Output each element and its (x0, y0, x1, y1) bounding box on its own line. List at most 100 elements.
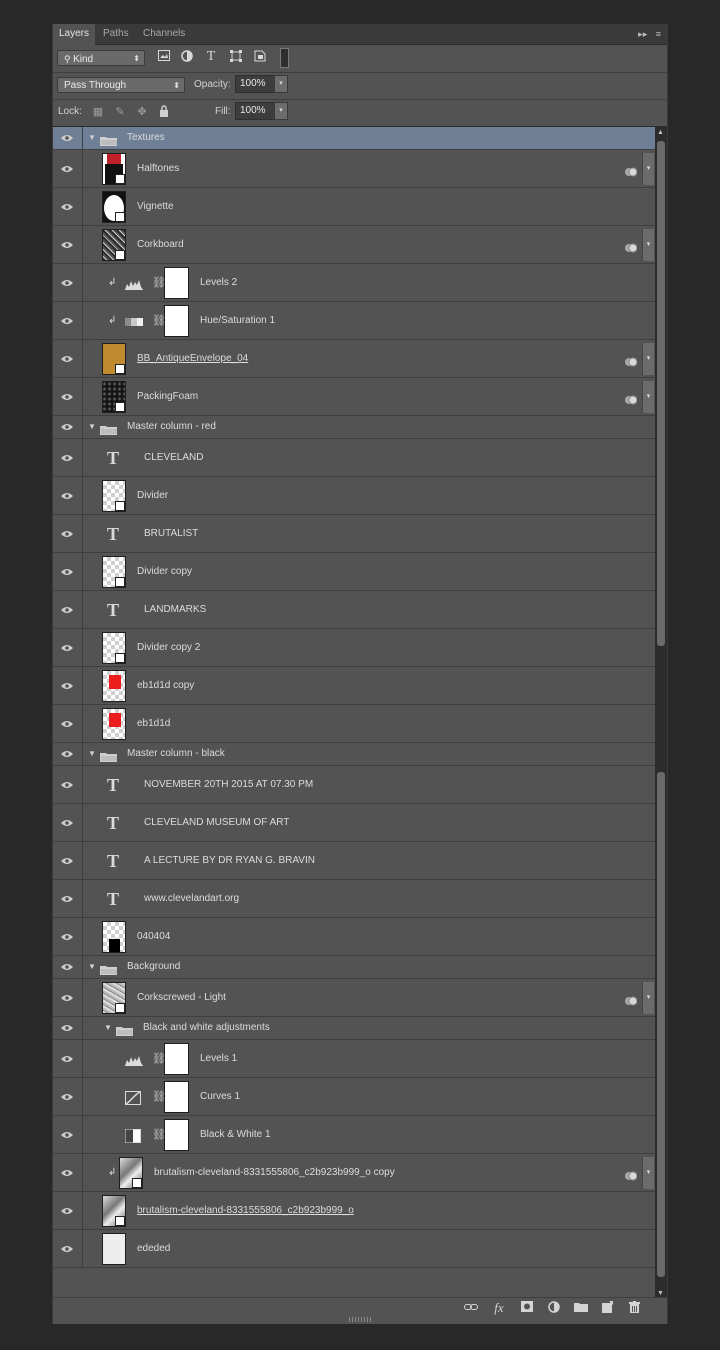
visibility-eye-icon[interactable] (53, 842, 83, 879)
visibility-eye-icon[interactable] (53, 553, 83, 590)
visibility-eye-icon[interactable] (53, 515, 83, 552)
smart-filter-icon[interactable] (625, 354, 638, 366)
shape-filter-icon[interactable] (229, 50, 243, 64)
expand-triangle-icon[interactable]: ▼ (104, 1023, 112, 1032)
visibility-eye-icon[interactable] (53, 629, 83, 666)
layer-group-row[interactable]: ▼ Master column - black (53, 743, 655, 766)
fill-field[interactable]: 100% (235, 102, 275, 120)
visibility-eye-icon[interactable] (53, 226, 83, 263)
expand-triangle-icon[interactable]: ▼ (88, 133, 96, 142)
scrollbar-thumb[interactable] (657, 141, 665, 646)
visibility-eye-icon[interactable] (53, 918, 83, 955)
layer-thumbnail[interactable] (102, 708, 126, 740)
smartobject-filter-icon[interactable] (253, 50, 267, 64)
visibility-eye-icon[interactable] (53, 1116, 83, 1153)
expand-triangle-icon[interactable]: ▼ (88, 962, 96, 971)
visibility-eye-icon[interactable] (53, 1040, 83, 1077)
panel-resize-grip[interactable] (349, 1317, 371, 1322)
smart-filter-icon[interactable] (625, 392, 638, 404)
visibility-eye-icon[interactable] (53, 439, 83, 476)
layer-row[interactable]: Divider (53, 477, 655, 515)
visibility-eye-icon[interactable] (53, 956, 83, 978)
lock-transparent-icon[interactable]: ▦ (91, 105, 105, 119)
visibility-eye-icon[interactable] (53, 188, 83, 225)
expand-triangle-icon[interactable]: ▼ (88, 422, 96, 431)
smart-filter-dropdown[interactable]: ▾ (642, 153, 654, 185)
layer-row[interactable]: Halftones ▾ (53, 150, 655, 188)
visibility-eye-icon[interactable] (53, 1017, 83, 1039)
layer-row[interactable]: eb1d1d copy (53, 667, 655, 705)
layer-thumbnail[interactable] (102, 670, 126, 702)
new-layer-icon[interactable] (599, 1301, 615, 1315)
layer-row[interactable]: PackingFoam ▾ (53, 378, 655, 416)
layer-row[interactable]: ⛓ Curves 1 (53, 1078, 655, 1116)
layer-thumbnail[interactable] (102, 381, 126, 413)
layer-mask-thumbnail[interactable] (164, 267, 189, 299)
layer-row[interactable]: ↲ ⛓ Hue/Saturation 1 (53, 302, 655, 340)
layer-thumbnail[interactable] (102, 1195, 126, 1227)
layer-row[interactable]: T A LECTURE BY DR RYAN G. BRAVIN (53, 842, 655, 880)
layer-thumbnail[interactable] (102, 191, 126, 223)
visibility-eye-icon[interactable] (53, 378, 83, 415)
layer-row[interactable]: Vignette (53, 188, 655, 226)
visibility-eye-icon[interactable] (53, 1230, 83, 1267)
layer-row[interactable]: Corkscrewed - Light ▾ (53, 979, 655, 1017)
layer-row[interactable]: Divider copy 2 (53, 629, 655, 667)
scrollbar-thumb-lower[interactable] (657, 772, 665, 1277)
lock-position-icon[interactable]: ✥ (135, 105, 149, 119)
new-group-icon[interactable] (573, 1301, 589, 1315)
visibility-eye-icon[interactable] (53, 979, 83, 1016)
opacity-field[interactable]: 100% (235, 75, 275, 93)
layer-thumbnail[interactable] (102, 229, 126, 261)
layer-row[interactable]: ⛓ Black & White 1 (53, 1116, 655, 1154)
layer-row[interactable]: ↲ ⛓ Levels 2 (53, 264, 655, 302)
visibility-eye-icon[interactable] (53, 1078, 83, 1115)
layer-row[interactable]: 040404 (53, 918, 655, 956)
layer-group-row[interactable]: ▼ Master column - red (53, 416, 655, 439)
smart-filter-dropdown[interactable]: ▾ (642, 343, 654, 375)
layer-thumbnail[interactable] (102, 921, 126, 953)
visibility-eye-icon[interactable] (53, 127, 83, 149)
visibility-eye-icon[interactable] (53, 416, 83, 438)
blend-mode-select[interactable]: Pass Through ⬍ (57, 77, 185, 93)
scroll-down-icon[interactable]: ▼ (657, 1290, 664, 1297)
visibility-eye-icon[interactable] (53, 150, 83, 187)
layer-group-row[interactable]: ▼ Textures (53, 127, 655, 150)
collapse-panel-icon[interactable]: ▸▸ (638, 29, 647, 39)
layer-row[interactable]: eb1d1d (53, 705, 655, 743)
smart-filter-dropdown[interactable]: ▾ (642, 1157, 654, 1189)
layer-mask-thumbnail[interactable] (164, 1081, 189, 1113)
visibility-eye-icon[interactable] (53, 264, 83, 301)
layer-row[interactable]: Corkboard ▾ (53, 226, 655, 264)
layer-thumbnail[interactable] (102, 556, 126, 588)
layer-thumbnail[interactable] (102, 632, 126, 664)
layer-row[interactable]: T LANDMARKS (53, 591, 655, 629)
trash-icon[interactable] (626, 1301, 642, 1315)
layer-mask-thumbnail[interactable] (164, 1043, 189, 1075)
visibility-eye-icon[interactable] (53, 1192, 83, 1229)
visibility-eye-icon[interactable] (53, 477, 83, 514)
fx-icon[interactable]: fx (491, 1301, 507, 1315)
layer-row[interactable]: T BRUTALIST (53, 515, 655, 553)
visibility-eye-icon[interactable] (53, 743, 83, 765)
opacity-slider-button[interactable]: ▾ (274, 75, 288, 93)
visibility-eye-icon[interactable] (53, 804, 83, 841)
filter-kind-select[interactable]: ⚲ Kind ⬍ (57, 50, 145, 66)
visibility-eye-icon[interactable] (53, 667, 83, 704)
smart-filter-dropdown[interactable]: ▾ (642, 229, 654, 261)
visibility-eye-icon[interactable] (53, 1154, 83, 1191)
layer-thumbnail[interactable] (102, 982, 126, 1014)
add-mask-icon[interactable] (519, 1301, 535, 1315)
layer-thumbnail[interactable] (102, 343, 126, 375)
layer-row[interactable]: Twww.clevelandart.org (53, 880, 655, 918)
image-filter-icon[interactable] (157, 50, 171, 64)
tab-layers[interactable]: Layers (53, 24, 96, 45)
tab-paths[interactable]: Paths (97, 24, 135, 44)
smart-filter-icon[interactable] (625, 993, 638, 1005)
visibility-eye-icon[interactable] (53, 591, 83, 628)
new-adjustment-icon[interactable] (546, 1301, 562, 1315)
layer-row[interactable]: ↲ brutalism-cleveland-8331555806_c2b923b9… (53, 1154, 655, 1192)
layer-thumbnail[interactable] (102, 480, 126, 512)
layer-row[interactable]: ⛓ Levels 1 (53, 1040, 655, 1078)
lock-all-icon[interactable] (157, 105, 171, 119)
